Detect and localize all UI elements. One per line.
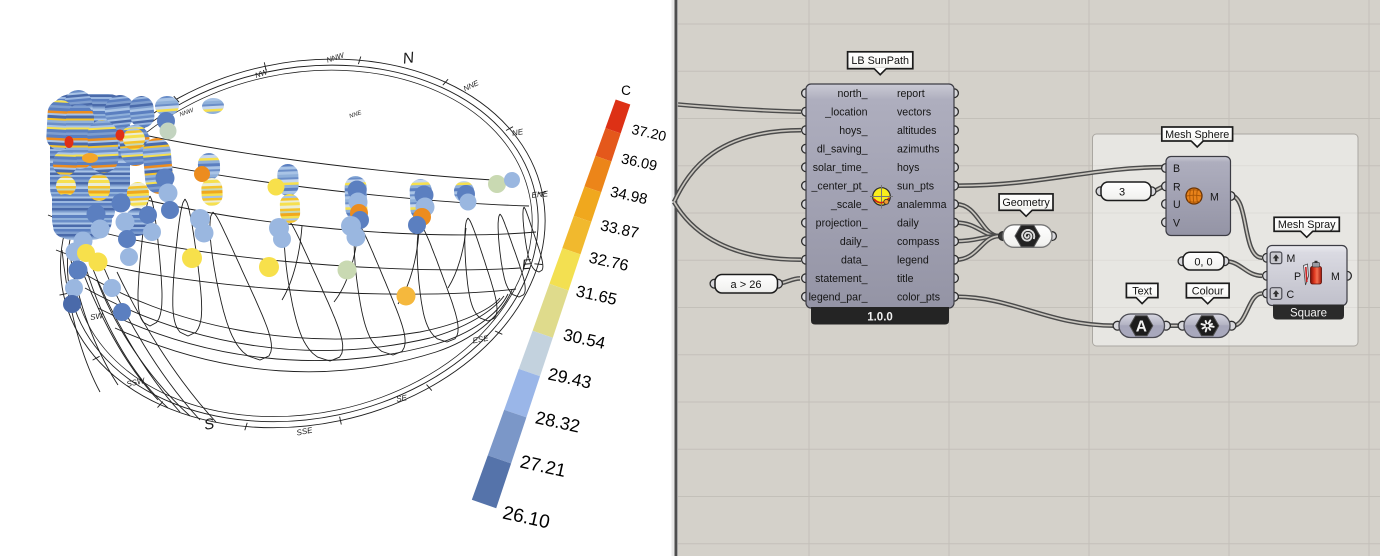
svg-text:Square: Square — [1290, 307, 1327, 319]
svg-text:azimuths: azimuths — [897, 144, 939, 156]
svg-text:daily: daily — [897, 218, 919, 230]
svg-text:R: R — [1173, 181, 1181, 193]
svg-text:M: M — [1287, 253, 1296, 265]
svg-text:_location: _location — [824, 107, 868, 119]
svg-text:report: report — [897, 88, 925, 100]
svg-text:vectors: vectors — [897, 107, 931, 119]
svg-text:north_: north_ — [837, 88, 868, 100]
svg-text:a > 26: a > 26 — [731, 279, 762, 291]
svg-text:Mesh Sphere: Mesh Sphere — [1165, 129, 1229, 141]
svg-text:3: 3 — [1119, 186, 1125, 198]
svg-text:solar_time_: solar_time_ — [813, 162, 869, 174]
svg-text:1.0.0: 1.0.0 — [867, 311, 893, 323]
svg-text:legend_par_: legend_par_ — [809, 292, 869, 304]
svg-text:statement_: statement_ — [815, 273, 869, 285]
svg-text:LB SunPath: LB SunPath — [851, 55, 909, 67]
svg-text:_scale_: _scale_ — [830, 199, 869, 211]
svg-text:legend: legend — [897, 255, 929, 267]
svg-text:title: title — [897, 273, 914, 285]
svg-text:compass: compass — [897, 236, 939, 248]
svg-text:P: P — [1294, 271, 1301, 283]
svg-text:C: C — [1287, 289, 1295, 301]
svg-text:hoys: hoys — [897, 162, 919, 174]
svg-text:analemma: analemma — [897, 199, 947, 211]
svg-text:B: B — [1173, 163, 1180, 175]
svg-text:U: U — [1173, 199, 1181, 211]
svg-text:Geometry: Geometry — [1002, 197, 1050, 209]
svg-text:C: C — [621, 83, 631, 98]
svg-text:A: A — [1136, 318, 1147, 335]
svg-text:projection_: projection_ — [816, 218, 869, 230]
svg-text:hoys_: hoys_ — [839, 125, 868, 137]
svg-text:ENE: ENE — [531, 189, 549, 199]
svg-text:data_: data_ — [841, 255, 869, 267]
svg-text:sun_pts: sun_pts — [897, 181, 934, 193]
svg-text:color_pts: color_pts — [897, 292, 940, 304]
svg-text:Mesh Spray: Mesh Spray — [1278, 219, 1336, 231]
svg-text:dl_saving_: dl_saving_ — [817, 144, 869, 156]
svg-text:altitudes: altitudes — [897, 125, 936, 137]
svg-text:0, 0: 0, 0 — [1194, 256, 1212, 268]
svg-text:M: M — [1331, 271, 1340, 283]
svg-text:V: V — [1173, 217, 1181, 229]
svg-text:M: M — [1210, 191, 1219, 203]
svg-text:_center_pt_: _center_pt_ — [811, 181, 869, 193]
svg-text:daily_: daily_ — [840, 236, 869, 248]
svg-text:Text: Text — [1132, 285, 1152, 297]
svg-text:Colour: Colour — [1192, 285, 1224, 297]
